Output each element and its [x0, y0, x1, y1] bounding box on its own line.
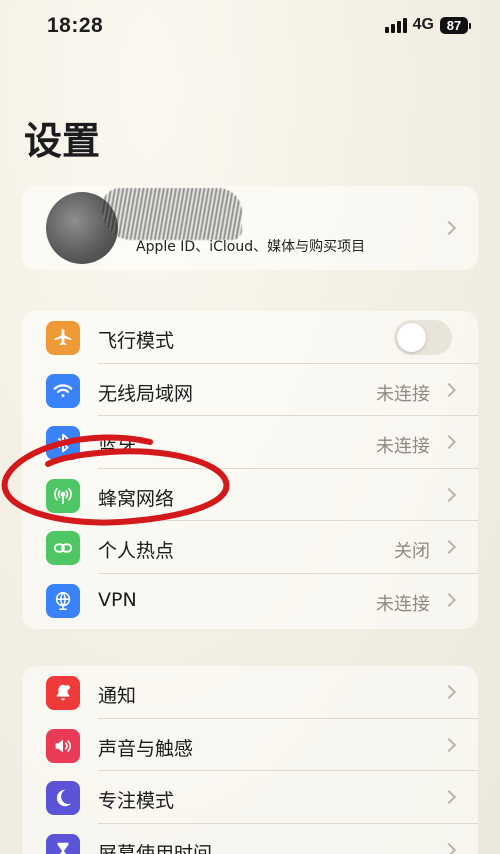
- vpn-icon: [46, 583, 80, 618]
- row-label: 飞行模式: [98, 330, 175, 352]
- hotspot-icon: [46, 531, 80, 565]
- network-setting-row[interactable]: VPN 未连接: [22, 574, 478, 627]
- chevron-right-icon: [441, 842, 457, 854]
- chevron-right-icon: [441, 539, 457, 555]
- sound-icon: [46, 728, 80, 763]
- row-label: 蜂窝网络: [98, 487, 175, 510]
- row-label: VPN: [98, 588, 137, 611]
- wifi-icon: [46, 373, 80, 408]
- chevron-right-icon: [441, 592, 457, 607]
- network-settings-group: 飞行模式 无线局域网 未连接 蓝牙 未连接 蜂窝网络 个人热点 关闭 VPN 未连接: [22, 311, 478, 629]
- apple-id-profile-row[interactable]: Apple ID、iCloud、媒体与购买项目: [22, 186, 478, 270]
- airplane-icon: [46, 321, 80, 355]
- status-bar: 18:28 4G 87: [0, 0, 500, 56]
- network-type: 4G: [412, 16, 434, 33]
- row-value: 关闭: [394, 541, 430, 562]
- row-value: 未连接: [376, 383, 430, 405]
- row-label: 无线局域网: [98, 382, 194, 405]
- bluetooth-icon: [46, 426, 80, 460]
- general-settings-group: 通知声音与触感专注模式屏幕使用时间: [22, 666, 478, 854]
- network-setting-row[interactable]: 个人热点 关闭: [22, 521, 478, 574]
- network-setting-row[interactable]: 无线局域网 未连接: [22, 364, 478, 416]
- chevron-right-icon: [441, 487, 457, 502]
- chevron-right-icon: [441, 220, 457, 236]
- redacted-name-scribble: [102, 188, 242, 240]
- row-value: 未连接: [376, 593, 430, 615]
- battery-icon: 87: [440, 16, 471, 34]
- network-setting-row[interactable]: 飞行模式: [22, 311, 478, 364]
- general-setting-row[interactable]: 屏幕使用时间: [22, 824, 478, 854]
- signal-strength-icon: [384, 17, 407, 33]
- hourglass-icon: [46, 833, 80, 854]
- general-setting-row[interactable]: 声音与触感: [22, 719, 478, 771]
- row-label: 通知: [98, 685, 137, 707]
- row-value: 未连接: [376, 436, 430, 457]
- airplane-mode-toggle[interactable]: [394, 320, 452, 355]
- cellular-icon: [46, 478, 80, 513]
- row-label: 专注模式: [98, 790, 175, 812]
- network-setting-row[interactable]: 蜂窝网络: [22, 469, 478, 521]
- row-label: 蓝牙: [98, 435, 137, 457]
- chevron-right-icon: [441, 737, 457, 752]
- chevron-right-icon: [441, 684, 457, 700]
- notification-icon: [46, 676, 80, 710]
- profile-subtitle: Apple ID、iCloud、媒体与购买项目: [136, 239, 366, 255]
- status-indicators: 4G 87: [384, 16, 471, 34]
- row-label: 声音与触感: [98, 737, 194, 760]
- moon-icon: [46, 781, 80, 815]
- chevron-right-icon: [441, 382, 457, 397]
- row-label: 个人热点: [98, 540, 175, 562]
- network-setting-row[interactable]: 蓝牙 未连接: [22, 416, 478, 469]
- toggle-knob: [397, 323, 426, 352]
- chevron-right-icon: [441, 789, 457, 805]
- row-label: 屏幕使用时间: [98, 842, 213, 854]
- general-setting-row[interactable]: 专注模式: [22, 771, 478, 824]
- chevron-right-icon: [441, 434, 457, 450]
- general-setting-row[interactable]: 通知: [22, 666, 478, 719]
- page-title: 设置: [24, 119, 101, 163]
- status-time: 18:28: [47, 14, 104, 37]
